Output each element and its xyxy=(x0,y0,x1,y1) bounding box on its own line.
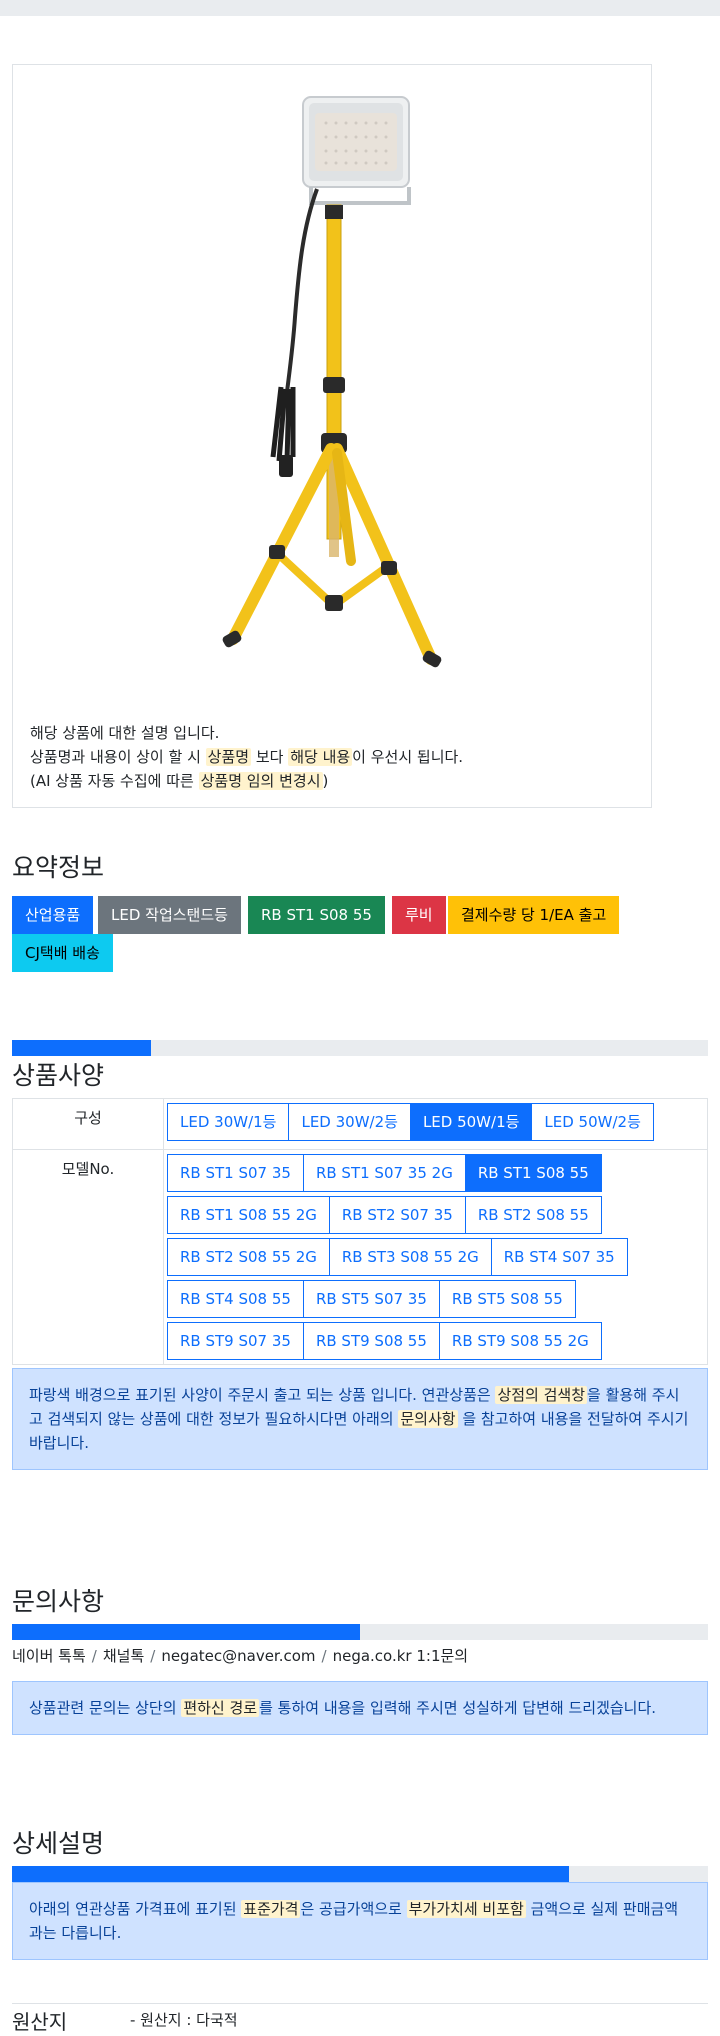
option-button[interactable]: RB ST9 S08 55 xyxy=(302,1322,440,1360)
badge-category: 산업용품 xyxy=(12,896,94,934)
product-image xyxy=(222,96,442,668)
option-button[interactable]: RB ST4 S08 55 xyxy=(167,1280,304,1318)
separator: / xyxy=(91,1647,97,1665)
description-line-1: 해당 상품에 대한 설명 입니다. xyxy=(30,724,220,742)
option-button[interactable]: RB ST4 S07 35 xyxy=(490,1238,628,1276)
product-description: 해당 상품에 대한 설명 입니다. 상품명과 내용이 상이 할 시 상품명 보다… xyxy=(30,721,463,793)
contact-naver-talk[interactable]: 네이버 톡톡 xyxy=(12,1647,86,1665)
contact-channel-talk[interactable]: 채널톡 xyxy=(103,1647,144,1665)
badge-quantity: 결제수량 당 1/EA 출고 xyxy=(448,896,620,934)
spec-row-composition: 구성 LED 30W/1등 LED 30W/2등 LED 50W/1등 LED 50W… xyxy=(12,1098,708,1150)
contact-email[interactable]: negatec@naver.com xyxy=(161,1647,315,1665)
inquiry-notice: 상품관련 문의는 상단의 편하신 경로 를 통하여 내용을 입력해 주시면 성실하… xyxy=(12,1681,708,1735)
option-button[interactable]: RB ST5 S08 55 xyxy=(438,1280,576,1318)
option-button[interactable]: LED 50W/2등 xyxy=(531,1103,654,1141)
badge-brand: 루비 xyxy=(392,896,446,934)
origin-label: 원산지 xyxy=(12,2010,68,2034)
highlight: 상품명 xyxy=(205,748,252,766)
badge-shipping: CJ택배 배송 xyxy=(12,934,113,972)
option-button[interactable]: RB ST5 S07 35 xyxy=(302,1280,440,1318)
origin-value: - 원산지 : 다국적 xyxy=(130,2011,238,2029)
highlight: 상점의 검색창 xyxy=(495,1386,588,1404)
highlight: 해당 내용 xyxy=(288,748,353,766)
detail-title: 상세설명 xyxy=(12,1829,105,1858)
spec-row-model: 모델No. RB ST1 S07 35 RB ST1 S07 35 2G RB ST… xyxy=(12,1149,708,1365)
specs-progress-fill xyxy=(12,1040,152,1056)
summary-title: 요약정보 xyxy=(12,853,105,882)
detail-progress-fill xyxy=(12,1866,569,1882)
option-button[interactable]: RB ST1 S07 35 2G xyxy=(302,1154,466,1192)
option-button[interactable]: RB ST3 S08 55 2G xyxy=(328,1238,492,1276)
option-button[interactable]: RB ST9 S08 55 2G xyxy=(438,1322,602,1360)
inquiry-title: 문의사항 xyxy=(12,1587,105,1616)
highlight: 문의사항 xyxy=(398,1410,458,1428)
detail-progress xyxy=(12,1866,708,1882)
spec-label: 구성 xyxy=(12,1098,164,1150)
detail-notice: 아래의 연관상품 가격표에 표기된 표준가격 은 공급가액으로 부가가치세 비포함… xyxy=(12,1882,708,1960)
separator: / xyxy=(321,1647,327,1665)
option-button[interactable]: RB ST9 S07 35 xyxy=(167,1322,304,1360)
option-button[interactable]: RB ST2 S08 55 xyxy=(464,1196,602,1234)
highlight: 표준가격 xyxy=(241,1900,301,1918)
spec-notice: 파랑색 배경으로 표기된 사양이 주문시 출고 되는 상품 입니다. 연관상품은… xyxy=(12,1368,708,1470)
specs-title: 상품사양 xyxy=(12,1061,105,1090)
option-button[interactable]: RB ST2 S08 55 2G xyxy=(167,1238,330,1276)
inquiry-progress-fill xyxy=(12,1624,360,1640)
spec-table: 구성 LED 30W/1등 LED 30W/2등 LED 50W/1등 LED 50W… xyxy=(12,1098,708,1365)
product-card: 해당 상품에 대한 설명 입니다. 상품명과 내용이 상이 할 시 상품명 보다… xyxy=(12,64,652,808)
top-bar xyxy=(0,0,720,16)
origin-row: 원산지 - 원산지 : 다국적 xyxy=(12,2003,708,2036)
option-button[interactable]: LED 50W/1등 xyxy=(409,1103,533,1141)
option-button[interactable]: RB ST1 S08 55 xyxy=(464,1154,602,1192)
badge-subcategory: LED 작업스탠드등 xyxy=(98,896,241,934)
description-line-2: 상품명과 내용이 상이 할 시 상품명 보다 해당 내용 이 우선시 됩니다. xyxy=(30,748,464,766)
option-button[interactable]: LED 30W/1등 xyxy=(167,1103,290,1141)
contact-one-on-one[interactable]: nega.co.kr 1:1문의 xyxy=(333,1647,469,1665)
option-button[interactable]: RB ST1 S07 35 xyxy=(167,1154,304,1192)
option-button[interactable]: RB ST1 S08 55 2G xyxy=(167,1196,330,1234)
description-line-3: (AI 상품 자동 수집에 따른 상품명 임의 변경시) xyxy=(30,772,329,790)
highlight: 부가가치세 비포함 xyxy=(406,1900,526,1918)
option-button[interactable]: RB ST2 S07 35 xyxy=(328,1196,466,1234)
option-button[interactable]: LED 30W/2등 xyxy=(288,1103,411,1141)
badge-model: RB ST1 S08 55 xyxy=(248,896,385,934)
contact-links: 네이버 톡톡 / 채널톡 / negatec@naver.com / nega.co.kr … xyxy=(12,1645,468,1666)
specs-progress xyxy=(12,1040,708,1056)
highlight: 편하신 경로 xyxy=(181,1699,260,1717)
inquiry-progress xyxy=(12,1624,708,1640)
separator: / xyxy=(150,1647,156,1665)
highlight: 상품명 임의 변경시 xyxy=(198,772,323,790)
spec-label: 모델No. xyxy=(12,1149,164,1365)
